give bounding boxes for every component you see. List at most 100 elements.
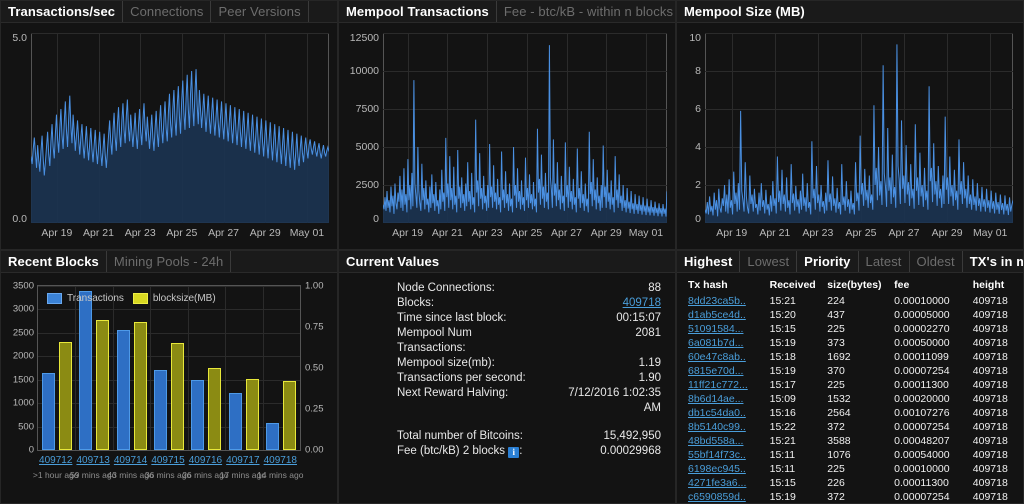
tx-hash-link[interactable]: 6198ec945.. — [685, 462, 767, 476]
bar-blocksize[interactable] — [208, 368, 222, 450]
tab-lowest[interactable]: Lowest — [740, 251, 798, 272]
block-link[interactable]: 409713 — [76, 455, 109, 466]
table-cell: 409718 — [972, 477, 1008, 489]
y-axis-tick-label-left: 1500 — [12, 374, 34, 386]
tab-recent-blocks[interactable]: Recent Blocks — [1, 251, 107, 272]
tab-mining-pools-24h[interactable]: Mining Pools - 24h — [107, 251, 232, 272]
table-cell: 224 — [827, 295, 845, 307]
tab-highest[interactable]: Highest — [677, 251, 741, 272]
block-link[interactable]: 409712 — [39, 455, 72, 466]
table-cell: 409718 — [972, 491, 1008, 503]
current-value-row: Transactions per second: 1.90 — [339, 371, 661, 386]
table-cell: 2564 — [827, 407, 851, 419]
mempool-table-body: Tx hash Received size(bytes) fee height 8dd2… — [677, 273, 1023, 503]
current-value-label: Time since last block: — [397, 312, 507, 324]
tx-hash-link[interactable]: d1ab5ce4d.. — [685, 308, 767, 322]
fee-label-colon: : — [519, 445, 523, 457]
tab-current-values[interactable]: Current Values — [339, 251, 446, 272]
table-cell: 1692 — [827, 351, 851, 363]
x-axis-tick-label: Apr 27 — [208, 227, 240, 239]
y-axis-tick-label-left: 0 — [28, 444, 34, 456]
plot-area-mempool-transactions: 0 2500 5000 7500 10000 12500 Apr 19 Apr 21 Apr 2… — [350, 32, 667, 239]
column-header-received[interactable]: Received — [767, 277, 825, 294]
x-axis-tick-label: Apr 27 — [888, 227, 920, 239]
bar-transactions[interactable] — [41, 373, 55, 450]
table-cell: 372 — [827, 421, 845, 433]
tx-hash-link[interactable]: 8dd23ca5b.. — [685, 294, 767, 308]
table-row: 48bd558a... 15:21 3588 0.00048207 409718 — [685, 434, 1017, 448]
column-header-size-bytes-[interactable]: size(bytes) — [824, 277, 891, 294]
tx-hash-link[interactable]: 6815e70d... — [685, 364, 767, 378]
bar-blocksize[interactable] — [133, 322, 147, 450]
bar-blocksize[interactable] — [283, 381, 297, 450]
tab-transactions-sec[interactable]: Transactions/sec — [1, 1, 124, 22]
tab-oldest[interactable]: Oldest — [910, 251, 963, 272]
tab-txs-in-mempool[interactable]: TX's in mempool — [963, 251, 1023, 272]
tab-mempool-size[interactable]: Mempool Size (MB) — [677, 1, 812, 22]
column-header-tx-hash[interactable]: Tx hash — [685, 277, 767, 294]
block-height-link[interactable]: 409718 — [539, 296, 661, 311]
block-link[interactable]: 409718 — [264, 455, 297, 466]
current-value-amount: 1.90 — [638, 372, 661, 384]
tx-hash-link[interactable]: 60e47c8ab.. — [685, 350, 767, 364]
tx-hash-link[interactable]: 11ff21c772... — [685, 378, 767, 392]
tx-hash-link[interactable]: 55bf14f73c.. — [685, 448, 767, 462]
tab-priority[interactable]: Priority — [797, 251, 859, 272]
table-cell: 0.00002270 — [894, 323, 950, 335]
bar-transactions[interactable] — [266, 423, 280, 450]
block-link[interactable]: 409717 — [226, 455, 259, 466]
x-axis-tick-label: May 01 — [628, 227, 664, 239]
bar-blocksize[interactable] — [58, 341, 72, 450]
legend-label-bs: blocksize(MB) — [152, 293, 216, 304]
tab-latest[interactable]: Latest — [859, 251, 910, 272]
tx-hash-link[interactable]: 6a081b7d... — [685, 336, 767, 350]
gridline-vertical — [112, 286, 114, 450]
y-axis-tick-label: 6 — [695, 103, 701, 115]
table-row: 6a081b7d... 15:19 373 0.00050000 409718 — [685, 336, 1017, 350]
gridline-horizontal — [38, 379, 300, 381]
tab-fee-btc-kb[interactable]: Fee - btc/kB - within n blocks — [497, 1, 675, 22]
tx-hash-link[interactable]: db1c54da0.. — [685, 406, 767, 420]
table-row: c6590859d.. 15:19 372 0.00007254 409718 — [685, 490, 1017, 503]
series-mempool_transactions — [383, 45, 667, 223]
tabs-recent-blocks: Recent Blocks Mining Pools - 24h — [1, 251, 337, 273]
bar-transactions[interactable] — [154, 369, 167, 450]
info-icon[interactable]: i — [508, 447, 520, 458]
tab-connections[interactable]: Connections — [123, 1, 212, 22]
x-axis-tick-label: Apr 23 — [471, 227, 503, 239]
current-value-row: Blocks: 409718 — [339, 296, 661, 311]
bar-transactions[interactable] — [228, 393, 242, 450]
bar-blocksize[interactable] — [96, 320, 110, 450]
panel-mempool-tx-table: Highest Lowest Priority Latest Oldest TX… — [676, 250, 1024, 504]
bar-transactions[interactable] — [116, 330, 130, 450]
bar-blocksize[interactable] — [171, 343, 184, 450]
tab-peer-versions[interactable]: Peer Versions — [211, 1, 309, 22]
column-header-fee[interactable]: fee — [891, 277, 970, 294]
tx-hash-link[interactable]: 4271fe3a6... — [685, 476, 767, 490]
tx-hash-link[interactable]: 51091584... — [685, 322, 767, 336]
table-cell: 0.00011099 — [894, 351, 949, 363]
block-link[interactable]: 409715 — [151, 455, 184, 466]
block-link[interactable]: 409714 — [114, 455, 147, 466]
tx-hash-link[interactable]: 8b5140c99.. — [685, 420, 767, 434]
table-cell: 0.00050000 — [894, 337, 950, 349]
table-cell: 409718 — [972, 365, 1008, 377]
table-cell: 15:15 — [769, 323, 796, 335]
block-link[interactable]: 409716 — [189, 455, 222, 466]
bar-blocksize[interactable] — [245, 379, 259, 450]
bar-transactions[interactable] — [79, 290, 93, 450]
fee-label: Fee (btc/kB) 2 blocks i: — [339, 444, 539, 459]
current-value-row: Mempool size(mb): 1.19 — [339, 356, 661, 371]
tx-hash-link[interactable]: 48bd558a... — [685, 434, 767, 448]
tx-hash-link[interactable]: c6590859d.. — [685, 490, 767, 503]
table-cell: 0.00054000 — [894, 449, 950, 461]
table-row: 60e47c8ab.. 15:18 1692 0.00011099 409718 — [685, 350, 1017, 364]
table-cell: 15:21 — [769, 295, 796, 307]
bar-transactions[interactable] — [191, 380, 205, 450]
column-header-height[interactable]: height — [970, 277, 1017, 294]
y-axis-tick-label: 2 — [695, 179, 701, 191]
tx-hash-link[interactable]: 8b6d14ae... — [685, 392, 767, 406]
panel-mempool-size: Mempool Size (MB) 0 2 4 6 8 10 Apr 19 Apr 21 Apr… — [676, 0, 1024, 250]
tab-mempool-transactions[interactable]: Mempool Transactions — [339, 1, 497, 22]
